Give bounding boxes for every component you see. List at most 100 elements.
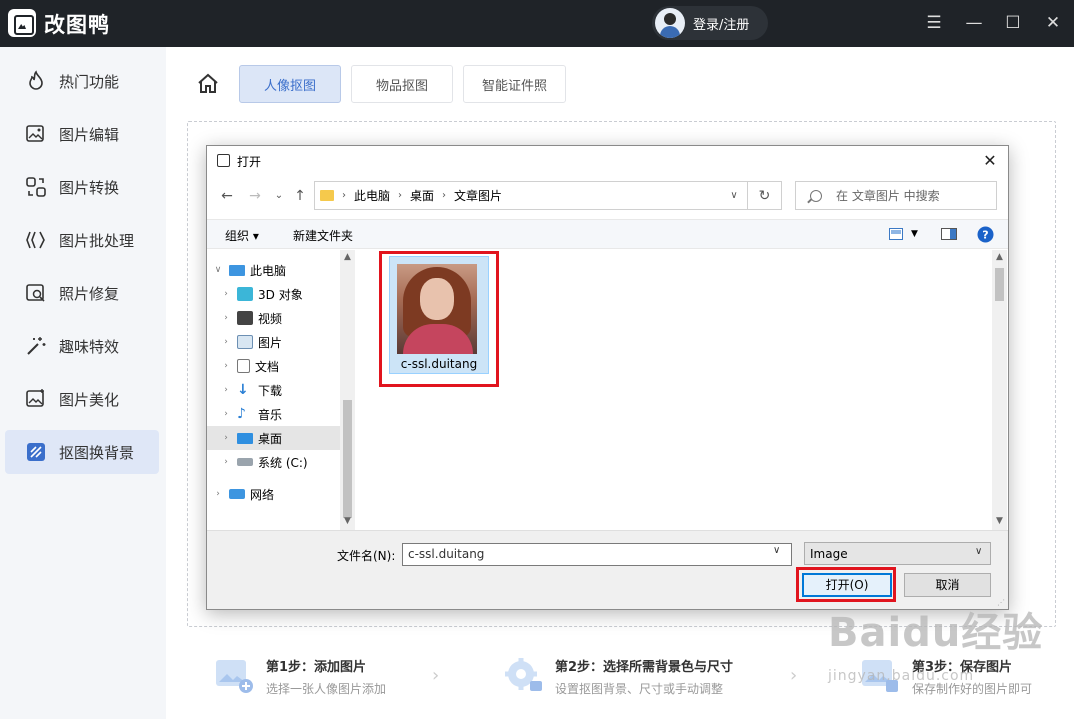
chevron-right-icon: › [398,190,403,201]
step-desc: 选择一张人像图片添加 [266,682,387,696]
step-title: 第1步：添加图片 [266,660,367,675]
add-image-icon [216,660,253,693]
chevron-down-icon[interactable]: ▼ [911,229,918,239]
chevron-right-icon[interactable]: › [221,457,231,467]
view-options-icon[interactable] [889,228,903,240]
login-button[interactable]: 登录/注册 [652,6,768,40]
sidebar-item-label: 图片编辑 [59,125,120,144]
chevron-down-icon[interactable]: ∨ [721,182,747,209]
breadcrumb-item[interactable]: 桌面 [410,187,434,204]
address-bar[interactable]: › 此电脑 › 桌面 › 文章图片 ∨ [314,181,748,210]
tab-portrait-cutout[interactable]: 人像抠图 [239,65,341,103]
up-arrow-icon[interactable]: ↑ [290,186,310,206]
beautify-icon [26,389,44,407]
batch-icon [26,231,45,249]
cancel-button[interactable]: 取消 [904,573,991,597]
chevron-right-icon: › [442,190,447,201]
highlight-box [796,567,896,602]
refresh-icon[interactable]: ↻ [748,181,782,210]
forward-arrow-icon[interactable]: → [245,186,265,206]
scrollbar-thumb[interactable] [995,268,1004,301]
chevron-down-icon[interactable]: ∨ [213,265,223,275]
tree-item-this-pc[interactable]: ∨ 此电脑 [207,258,340,282]
login-label: 登录/注册 [693,17,750,33]
folder-icon [320,190,334,201]
sidebar-item-label: 抠图换背景 [59,443,135,462]
chevron-right-icon[interactable]: › [221,361,231,371]
new-folder-button[interactable]: 新建文件夹 [293,227,353,244]
sidebar-item-beautify[interactable]: 图片美化 [5,377,159,421]
picture-icon [237,335,253,349]
sidebar-item-photo-repair[interactable]: 照片修复 [5,271,159,315]
desktop-icon [237,432,253,444]
scroll-down-icon[interactable]: ▼ [992,516,1007,526]
watermark-url: jingyan.baidu.com [828,668,975,684]
sidebar-item-hot[interactable]: 热门功能 [5,59,159,103]
tree-item-pictures[interactable]: › 图片 [207,330,340,354]
scroll-down-icon[interactable]: ▼ [340,516,355,526]
minimize-icon[interactable]: — [961,10,987,36]
home-icon[interactable] [196,72,220,96]
tree-item-network[interactable]: › 网络 [207,482,340,506]
tab-id-photo[interactable]: 智能证件照 [463,65,566,103]
search-icon [810,189,822,202]
tree-item-music[interactable]: › ♪ 音乐 [207,402,340,426]
tree-item-documents[interactable]: › 文档 [207,354,340,378]
search-input[interactable]: 在 文章图片 中搜索 [795,181,997,210]
download-icon: ↓ [237,382,249,398]
organize-button[interactable]: 组织 ▾ [225,227,259,244]
navigation-tree: ∨ 此电脑 › 3D 对象 › 视频 › 图片 › 文档 › ↓ 下载 › ♪ … [207,250,355,530]
maximize-icon[interactable]: ☐ [1000,10,1026,36]
chevron-down-icon[interactable]: ∨ [975,546,982,557]
menu-icon[interactable]: ☰ [921,10,947,36]
file-list-scrollbar[interactable]: ▲ ▼ [992,250,1007,530]
tree-item-desktop[interactable]: › 桌面 [207,426,340,450]
filename-label: 文件名(N): [337,549,396,563]
help-icon[interactable]: ? [977,226,994,243]
avatar [655,8,685,38]
svg-text:?: ? [982,229,988,242]
tree-item-downloads[interactable]: › ↓ 下载 [207,378,340,402]
tab-object-cutout[interactable]: 物品抠图 [351,65,453,103]
close-icon[interactable]: ✕ [978,149,1002,173]
tree-item-3d-objects[interactable]: › 3D 对象 [207,282,340,306]
back-arrow-icon[interactable]: ← [217,186,237,206]
close-icon[interactable]: ✕ [1040,10,1066,36]
breadcrumb-item[interactable]: 文章图片 [454,187,502,204]
chevron-right-icon[interactable]: › [221,289,231,299]
step-title: 第2步：选择所需背景色与尺寸 [555,660,734,675]
chevron-right-icon[interactable]: › [221,313,231,323]
tree-item-drive-c[interactable]: › 系统 (C:) [207,450,340,474]
scroll-up-icon[interactable]: ▲ [340,252,355,262]
scrollbar-thumb[interactable] [343,400,352,518]
chevron-right-icon[interactable]: › [221,337,231,347]
dialog-image-icon [217,154,230,167]
sidebar-item-convert[interactable]: 图片转换 [5,165,159,209]
breadcrumb-item[interactable]: 此电脑 [354,187,390,204]
file-type-select[interactable]: Image [804,542,991,565]
cutout-icon [27,443,45,461]
sidebar-item-image-edit[interactable]: 图片编辑 [5,112,159,156]
chevron-down-icon[interactable]: ∨ [773,545,780,556]
watermark: Baidu经验 jingyan.baidu.com [828,600,1048,696]
app-logo-icon [8,9,36,37]
sidebar-item-effects[interactable]: 趣味特效 [5,324,159,368]
app-titlebar: 改图鸭 登录/注册 ☰ — ☐ ✕ [0,0,1074,47]
tree-scrollbar[interactable]: ▲ ▼ [340,250,355,530]
settings-icon [505,658,542,691]
chevron-down-icon[interactable]: ⌄ [269,186,289,206]
computer-icon [229,264,245,276]
tree-item-videos[interactable]: › 视频 [207,306,340,330]
filename-input[interactable]: c-ssl.duitang [402,543,792,566]
dialog-title: 打开 [237,155,262,169]
scroll-up-icon[interactable]: ▲ [992,252,1007,262]
preview-pane-icon[interactable] [941,228,957,240]
sidebar-item-label: 趣味特效 [59,337,120,356]
chevron-right-icon[interactable]: › [221,409,231,419]
chevron-right-icon[interactable]: › [213,489,223,499]
chevron-right-icon[interactable]: › [221,385,231,395]
sidebar-item-label: 照片修复 [59,284,120,303]
sidebar-item-batch[interactable]: 图片批处理 [5,218,159,262]
sidebar-item-cutout[interactable]: 抠图换背景 [5,430,159,474]
chevron-right-icon[interactable]: › [221,433,231,443]
